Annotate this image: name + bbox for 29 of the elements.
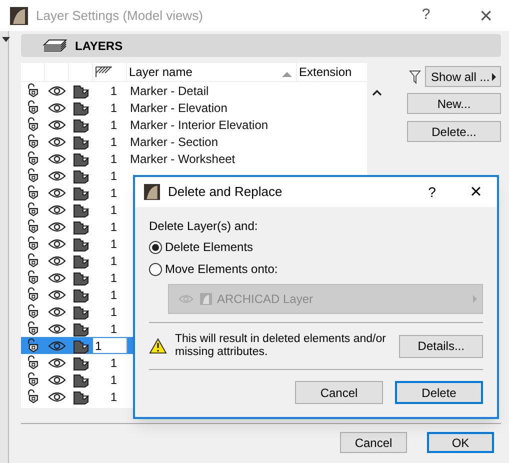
table-cell-text: 1 [109,184,117,202]
window-title: Layer Settings (Model views) [36,6,204,25]
table-cell-text: Marker - Interior Elevation [129,116,268,134]
table-cell-text: Marker - Section [129,134,218,150]
table-cell-text: 1 [109,286,117,304]
table-cell-text: Marker - Elevation [129,100,228,116]
table-cell-text: 1 [109,354,117,372]
table-cell-text: 1 [109,252,117,270]
dropdown-value: ARCHICAD Layer [217,291,314,308]
table-cell-text: 1 [109,218,117,236]
table-cell-text: 1 [109,236,117,252]
table-cell-text: 1 [109,100,117,116]
warning-text: This will result in deleted elements and/or missing attributes. [175,333,387,359]
table-cell-text: 1 [109,150,117,168]
section-title: LAYERS [75,38,123,54]
table-cell-text: Marker - Detail [129,82,209,100]
table-cell-text: 1 [109,202,117,218]
table-cell-text: Marker - Worksheet [129,150,236,168]
table-cell-text: 1 [109,82,117,100]
table-cell-text: 1 [109,134,117,150]
table-cell-text: 1 [109,168,117,184]
table-cell-text: 1 [109,388,117,406]
dialog-title: Delete and Replace [168,183,284,202]
table-cell-text: 1 [109,116,117,134]
table-cell-text: 1 [109,372,117,388]
prompt-text: Delete Layer(s) and: [149,218,259,233]
table-cell-text: 1 [109,304,117,320]
table-cell-text: 1 [109,320,117,338]
table-cell-text: 1 [109,270,117,286]
